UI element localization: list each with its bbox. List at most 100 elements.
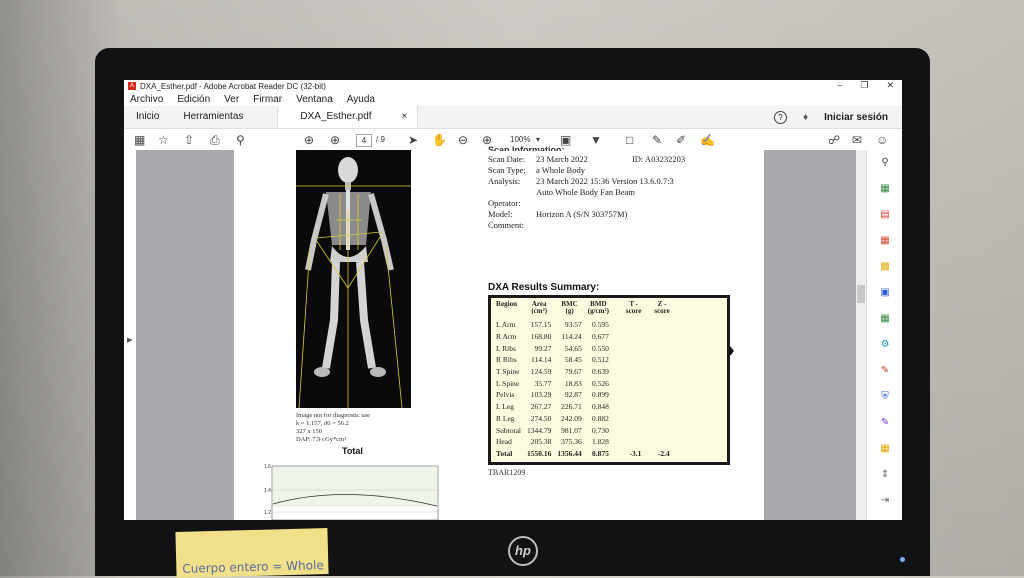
results-title: DXA Results Summary: <box>488 282 600 293</box>
vertical-scrollbar[interactable] <box>856 150 866 520</box>
document-area: ▶ Image not for diagnostic use k = 1.157… <box>124 145 902 520</box>
send-signature-icon[interactable]: ✎ <box>878 416 892 430</box>
menu-firmar[interactable]: Firmar <box>253 94 282 105</box>
table-row: L Leg 267.27 226.71 0.848 <box>493 401 673 413</box>
minimize-button[interactable]: – <box>837 80 842 91</box>
fill-sign-tool-icon[interactable]: ✎ <box>878 364 892 378</box>
signin-button[interactable]: Iniciar sesión <box>824 112 888 123</box>
dxa-body-scan-image <box>296 150 411 408</box>
table-cell <box>644 424 672 436</box>
menu-ventana[interactable]: Ventana <box>296 94 333 105</box>
prev-page-icon[interactable]: ⊕ <box>304 133 314 147</box>
upload-icon[interactable]: ⇧ <box>184 133 194 147</box>
help-icon[interactable]: ? <box>773 110 787 124</box>
expand-tools-icon[interactable]: ⇕ <box>878 468 892 482</box>
zoom-tool-icon[interactable]: ⚲ <box>878 156 892 170</box>
print-icon[interactable]: ⎙ <box>210 133 220 147</box>
table-cell: 242.09 <box>561 413 582 423</box>
table-cell: 0.882 <box>592 413 609 423</box>
create-pdf-icon[interactable]: ▦ <box>878 234 892 248</box>
share-link-icon[interactable]: ☍ <box>828 133 840 147</box>
table-cell: 0.639 <box>592 367 609 377</box>
collapse-pane-icon[interactable]: ⇥ <box>878 494 892 508</box>
tab-inicio[interactable]: Inicio <box>124 106 171 128</box>
table-cell <box>644 354 672 366</box>
search-icon[interactable]: ⚲ <box>236 133 245 147</box>
bell-icon[interactable]: ♦ <box>803 112 808 123</box>
col-header: Z - score <box>654 300 670 315</box>
comment-tool-icon[interactable]: ▩ <box>878 260 892 274</box>
protect-icon[interactable]: ⛨ <box>878 390 892 404</box>
pdf-page: Image not for diagnostic use k = 1.157, … <box>234 145 764 520</box>
email-icon[interactable]: ✉ <box>852 133 862 147</box>
export-pdf-icon[interactable]: ▦ <box>878 182 892 196</box>
highlight-pen-icon[interactable]: ✎ <box>652 133 662 147</box>
tab-document[interactable]: DXA_Esther.pdf × <box>277 106 419 128</box>
page-number-input[interactable]: 4 <box>356 134 372 147</box>
tab-close-icon[interactable]: × <box>402 106 408 128</box>
acrobat-pdf-icon: A <box>128 82 136 90</box>
save-icon[interactable]: ▦ <box>134 133 145 147</box>
table-cell <box>612 413 644 425</box>
star-icon[interactable]: ☆ <box>158 133 169 147</box>
scan-row: Auto Whole Body Fan Beam <box>536 187 635 197</box>
table-cell: L Spine <box>496 378 520 388</box>
edit-pdf-icon[interactable]: ⚙ <box>878 338 892 352</box>
add-user-icon[interactable]: ☺ <box>876 133 888 147</box>
table-cell: 1550.16 <box>527 448 552 458</box>
table-cell: 0.730 <box>592 425 609 435</box>
results-footer: TBAR1209 <box>488 468 526 477</box>
zoom-level[interactable]: 100% <box>510 134 530 145</box>
menu-edicion[interactable]: Edición <box>177 94 210 105</box>
window-title: DXA_Esther.pdf - Adobe Acrobat Reader DC… <box>140 81 326 91</box>
menu-archivo[interactable]: Archivo <box>130 94 163 105</box>
comment-icon[interactable]: □ <box>626 133 633 147</box>
table-cell: L Arm <box>496 320 516 330</box>
compress-icon[interactable]: ▦ <box>878 312 892 326</box>
sticky-note: Cuerpo entero = Whole Body <box>175 528 329 578</box>
table-row: L Spine 35.77 18.83 0.526 <box>493 377 673 389</box>
table-cell <box>644 366 672 378</box>
tab-herramientas[interactable]: Herramientas <box>171 106 255 128</box>
zoom-out-icon[interactable]: ⊖ <box>458 133 468 147</box>
table-cell: 168.80 <box>530 332 552 342</box>
scroll-mode-icon[interactable]: ▼ <box>590 133 602 147</box>
scan-row: Comment: <box>488 220 524 230</box>
next-page-icon[interactable]: ⊕ <box>330 133 340 147</box>
hand-tool-icon[interactable]: ✋ <box>432 133 447 147</box>
table-cell: 226.71 <box>561 402 582 412</box>
table-cell: 205.38 <box>530 437 552 447</box>
table-cell <box>612 401 644 413</box>
expand-left-icon[interactable]: ▶ <box>127 336 132 344</box>
table-cell: Pelvis <box>496 390 515 400</box>
table-cell <box>612 331 644 343</box>
combine-files-icon[interactable]: ▣ <box>878 286 892 300</box>
fill-sign-icon[interactable]: ✍ <box>700 133 715 147</box>
maximize-button[interactable]: ❐ <box>860 80 868 91</box>
table-cell: R Leg <box>496 413 515 423</box>
scan-row: Scan Date: 23 March 2022 ID: A03232203 <box>488 154 686 164</box>
close-window-button[interactable]: ✕ <box>886 80 894 91</box>
more-tools-icon[interactable]: ▦ <box>878 442 892 456</box>
table-row: R Leg 274.50 242.09 0.882 <box>493 413 673 425</box>
table-cell: T Spine <box>496 367 520 377</box>
draw-icon[interactable]: ✐ <box>676 133 686 147</box>
scan-row: Operator: <box>488 198 521 208</box>
table-cell <box>644 319 672 331</box>
organize-pages-icon[interactable]: ▤ <box>878 208 892 222</box>
table-cell: Total <box>496 448 513 458</box>
table-row-total: Total 1550.16 1356.44 0.875 -3.1 -2.4 <box>493 448 673 460</box>
table-row: Head 205.38 375.36 1.828 <box>493 436 673 448</box>
select-cursor-icon[interactable]: ➤ <box>408 133 418 147</box>
menu-bar: Archivo Edición Ver Firmar Ventana Ayuda <box>124 92 902 106</box>
mouse-cursor <box>730 346 734 356</box>
menu-ver[interactable]: Ver <box>224 94 239 105</box>
scan-info: Scan Date: 23 March 2022 ID: A03232203 Sca… <box>488 154 685 231</box>
right-tools-pane: ⚲ ▦ ▤ ▦ ▩ ▣ ▦ ⚙ ✎ ⛨ ✎ ▦ ⇕ ⇥ <box>866 150 902 520</box>
scroll-thumb[interactable] <box>857 285 865 303</box>
table-cell: L Leg <box>496 402 514 412</box>
hp-logo: hp <box>508 536 538 566</box>
table-cell: 1344.79 <box>527 425 552 435</box>
menu-ayuda[interactable]: Ayuda <box>347 94 375 105</box>
table-cell <box>612 389 644 401</box>
